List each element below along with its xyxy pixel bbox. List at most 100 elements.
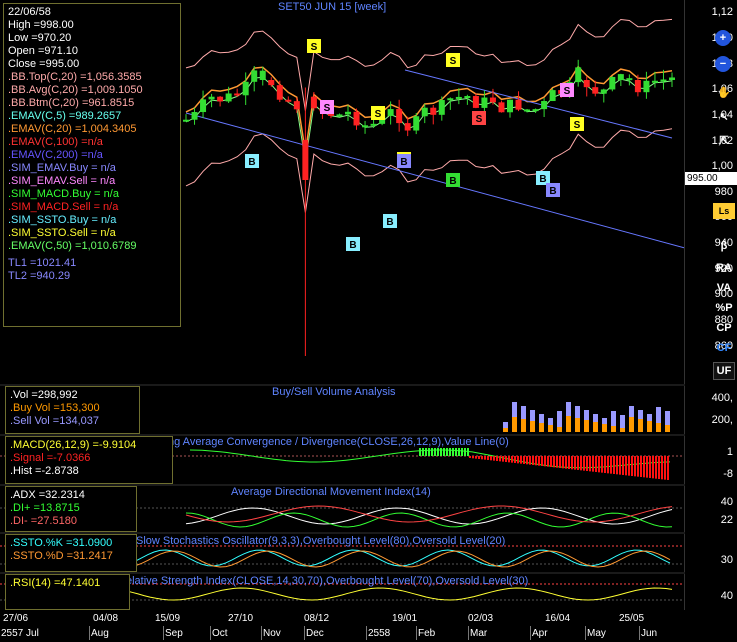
signal-marker-label: S (311, 42, 318, 53)
trend-channel-lower (185, 112, 685, 249)
month-label: May (587, 628, 606, 639)
macd-title: ng Average Convergence / Divergence(CLOS… (168, 436, 509, 448)
candle-body (532, 109, 539, 112)
sell-volume-bar (512, 402, 517, 417)
info-box: 22/06/58 High =998.00 Low =970.20 Open =… (3, 3, 181, 327)
buy-volume-bar (521, 419, 526, 432)
candle-body (498, 102, 505, 113)
buy-volume-bar (539, 423, 544, 432)
candle-body (285, 99, 292, 102)
uf-button[interactable]: UF (713, 362, 735, 380)
volume-title: Buy/Sell Volume Analysis (272, 386, 396, 398)
cp-button[interactable]: CP (713, 318, 735, 338)
signal-marker-label: S (324, 103, 331, 114)
candle-body (242, 81, 249, 96)
candle-body (575, 67, 582, 83)
candle-body (447, 98, 454, 101)
date-label: 16/04 (545, 613, 571, 624)
candle-body (208, 96, 215, 100)
arrow-tool-button[interactable]: ↖ (713, 106, 735, 126)
adx-value: .ADX =32.2314 (10, 489, 85, 501)
ls-button[interactable]: Ls (713, 203, 735, 219)
signal-marker-label: B (539, 174, 546, 185)
macd-line: .MACD(26,12,9) =-9.9104 (10, 439, 137, 451)
date-label: 15/09 (155, 613, 181, 624)
hand-tool-button[interactable]: ✋ (713, 82, 735, 102)
adx-panel[interactable]: Average Directional Movement Index(14) .… (0, 486, 685, 532)
candle-body (617, 74, 624, 80)
rsi-title: elative Strength Index(CLOSE,14,30,70),O… (126, 575, 529, 587)
month-label: Jun (641, 628, 658, 639)
candle-body (234, 93, 241, 96)
month-label: Nov (263, 628, 281, 639)
ra-button[interactable]: RA (713, 258, 735, 278)
rsi-value: .RSI(14) =47.1401 (10, 577, 101, 589)
candle-body (438, 100, 445, 115)
month-divider (210, 626, 211, 640)
buy-volume-bar (611, 426, 616, 432)
month-label: Apr (532, 628, 548, 639)
date-label: 19/01 (392, 613, 418, 624)
candle-body (217, 96, 224, 102)
volume-tick: 200, (711, 414, 733, 426)
price-panel[interactable]: SSSSSSSSBBBBBBB SET50 JUN 15 [week] 22/0… (0, 0, 685, 384)
sell-volume-bar (638, 410, 643, 419)
buy-volume-bar (512, 417, 517, 432)
beta-button[interactable]: β (713, 236, 735, 256)
sell-volume-bar (557, 411, 562, 427)
candle-body (489, 97, 496, 103)
date-axis[interactable]: 27/06 04/08 15/09 27/10 08/12 19/01 02/03 16/04… (0, 610, 685, 642)
candle-body (634, 80, 641, 93)
sell-volume-bar (611, 411, 616, 426)
month-divider (416, 626, 417, 640)
macd-tick: -8 (723, 468, 733, 480)
signal-marker-label: B (386, 217, 393, 228)
month-label: Feb (418, 628, 436, 639)
candle-body (421, 107, 428, 117)
info-emav200: .EMAV(C,200) =n/a (8, 149, 103, 161)
signal-marker-label: S (450, 56, 457, 67)
cursor-tool-button[interactable]: ⇱ (713, 130, 735, 150)
candle-body (183, 119, 189, 122)
info-emav5: .EMAV(C,5) =989.2657 (8, 110, 122, 122)
zoom-out-button[interactable]: − (715, 56, 731, 72)
date-label: 04/08 (93, 613, 119, 624)
cf-button[interactable]: CF (713, 338, 735, 358)
month-divider (366, 626, 367, 640)
percent-p-button[interactable]: %P (713, 298, 735, 318)
sell-volume-bar (539, 414, 544, 423)
volume-tick: 400, (711, 392, 733, 404)
candle-body (302, 140, 309, 180)
rsi-axis: 40 (684, 574, 737, 642)
zoom-in-button[interactable]: + (715, 30, 731, 46)
macd-hist: .Hist =-2.8738 (10, 465, 79, 477)
info-high: High =998.00 (8, 19, 74, 31)
candle-body (200, 99, 207, 113)
info-emav20: .EMAV(C,20) =1,004.3405 (8, 123, 137, 135)
ssto-info-box: .SSTO.%K =31.0900 .SSTO.%D =31.2417 (5, 534, 137, 572)
sell-volume-bar (647, 414, 652, 421)
signal-marker-label: B (400, 157, 407, 168)
info-open: Open =971.10 (8, 45, 79, 57)
current-price-label: 995.00 (685, 172, 737, 185)
ssto-panel[interactable]: Slow Stochastics Oscillator(9,3,3),Overb… (0, 534, 685, 572)
va-button[interactable]: VA (713, 278, 735, 298)
price-tick: 1,12 (711, 6, 733, 18)
candle-body (293, 101, 300, 110)
info-tl2: TL2 =940.29 (8, 270, 71, 282)
ssto-tick: 30 (720, 554, 733, 566)
macd-panel[interactable]: ng Average Convergence / Divergence(CLOS… (0, 436, 685, 486)
candle-body (310, 96, 317, 109)
month-label: Mar (470, 628, 488, 639)
price-axis[interactable]: 1,121,101,081,061,041,021,00980960940920… (684, 0, 737, 384)
candle-body (268, 80, 275, 86)
price-tick: 1,00 (711, 160, 733, 172)
rsi-panel[interactable]: elative Strength Index(CLOSE,14,30,70),O… (0, 574, 685, 610)
month-divider (639, 626, 640, 640)
candle-body (651, 80, 658, 83)
candle-body (600, 89, 607, 94)
signal-marker-label: S (574, 120, 581, 131)
volume-panel[interactable]: Buy/Sell Volume Analysis .Vol =298,992 .… (0, 386, 685, 436)
candle-body (430, 107, 437, 115)
candle-body (592, 87, 599, 94)
